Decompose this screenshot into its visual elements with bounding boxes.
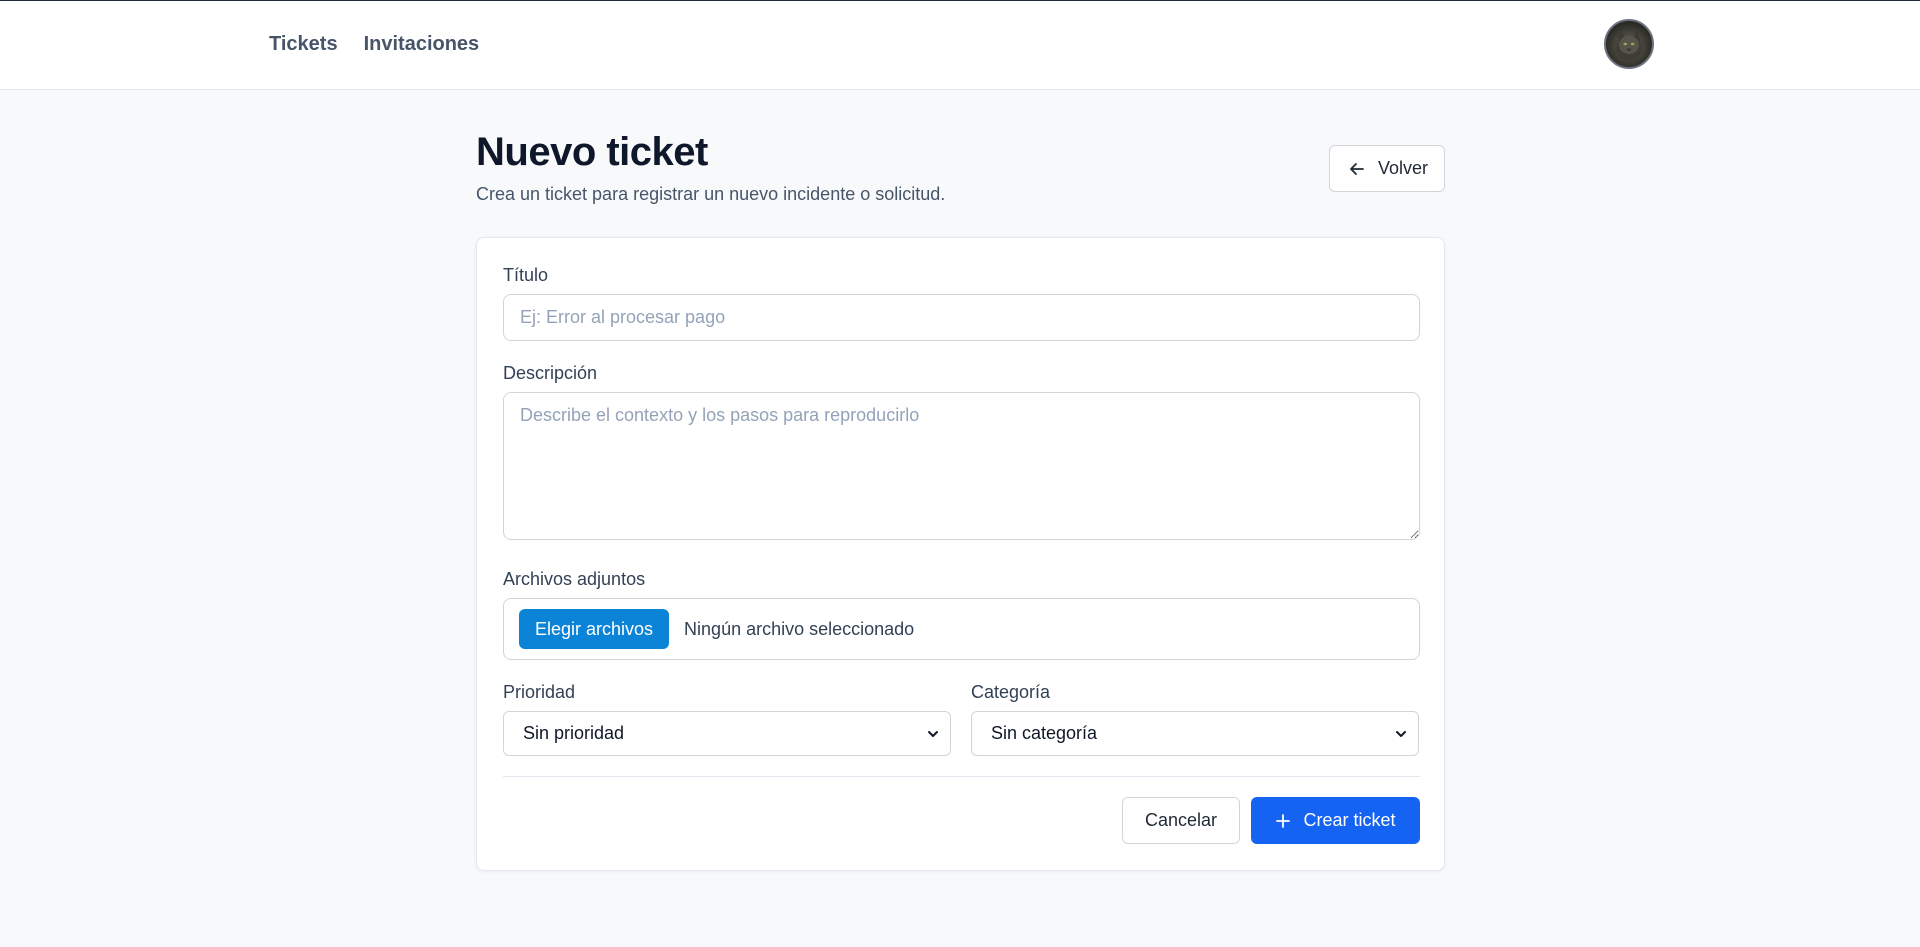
user-avatar[interactable] [1604,19,1654,69]
page-title: Nuevo ticket [476,130,708,174]
nav-item-invitaciones[interactable]: Invitaciones [364,33,480,56]
new-ticket-form: Título Descripción Archivos adjuntos Ele… [476,237,1445,871]
priority-select[interactable]: Sin prioridad [503,711,951,756]
category-label: Categoría [971,682,1051,702]
back-button-label: Volver [1377,158,1428,178]
back-button[interactable]: Volver [1328,145,1445,192]
form-divider [503,776,1420,777]
top-navbar: Tickets Invitaciones [0,0,1920,90]
cancel-button[interactable]: Cancelar [1122,797,1240,844]
arrow-left-icon [1350,162,1364,175]
file-status-text: Ningún archivo seleccionado [684,618,915,639]
cat-avatar-image [1616,30,1642,61]
priority-label: Prioridad [503,682,576,702]
page-subtitle: Crea un ticket para registrar un nuevo i… [476,184,946,204]
category-select[interactable]: Sin categoría [971,711,1419,756]
chevron-down-icon [928,730,938,737]
nav-item-tickets[interactable]: Tickets [269,33,338,56]
category-selected-value: Sin categoría [991,723,1098,743]
description-textarea[interactable] [503,392,1420,540]
chevron-down-icon [1396,730,1406,737]
main-nav: Tickets Invitaciones [269,33,479,56]
attachments-label: Archivos adjuntos [503,569,646,589]
create-ticket-button[interactable]: Crear ticket [1251,797,1420,844]
description-label: Descripción [503,363,598,383]
file-upload-field: Elegir archivos Ningún archivo seleccion… [503,598,1420,660]
choose-files-button[interactable]: Elegir archivos [519,609,670,649]
plus-icon [1276,813,1291,828]
priority-selected-value: Sin prioridad [523,723,625,743]
title-input[interactable] [503,294,1420,341]
main-content: Nuevo ticket Crea un ticket para registr… [476,90,1445,871]
page-header: Nuevo ticket Crea un ticket para registr… [476,90,1445,237]
title-label: Título [503,265,549,285]
create-ticket-label: Crear ticket [1303,810,1396,830]
